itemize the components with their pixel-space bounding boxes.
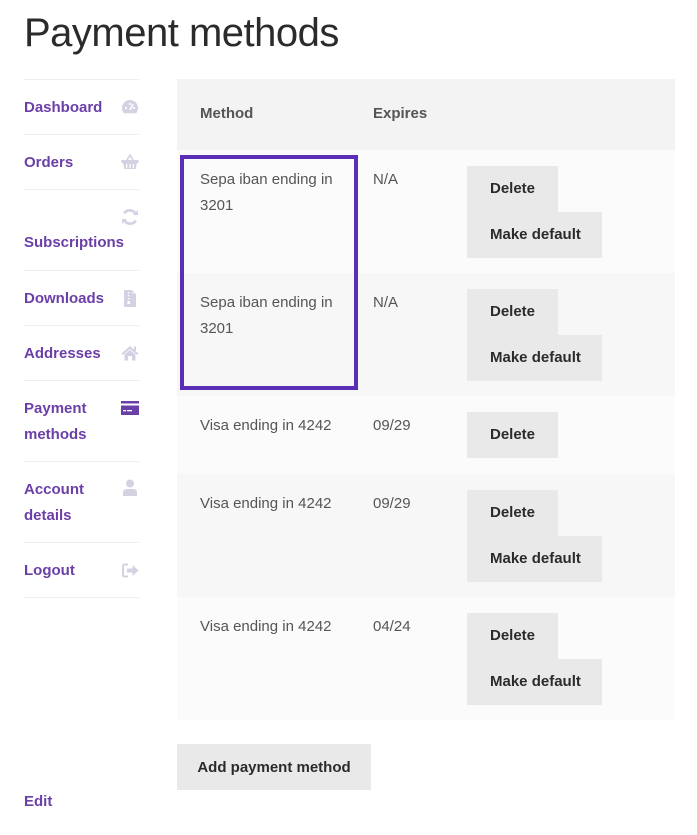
make-default-button[interactable]: Make default — [467, 212, 602, 258]
nav-item-downloads[interactable]: Downloads — [24, 271, 139, 326]
nav-item-account-details[interactable]: Account details — [24, 462, 139, 543]
delete-button[interactable]: Delete — [467, 613, 558, 659]
method-cell: Visa ending in 4242 — [200, 618, 332, 635]
table-row: Visa ending in 4242 04/24 Delete Make de… — [177, 597, 675, 720]
home-icon — [121, 344, 139, 362]
expires-cell: 09/29 — [373, 417, 411, 434]
column-header-method: Method — [200, 105, 254, 122]
method-cell: Visa ending in 4242 — [200, 417, 332, 434]
method-cell: Sepa iban ending in 3201 — [200, 171, 333, 214]
nav-label: Orders — [24, 154, 74, 171]
edit-link[interactable]: Edit — [24, 791, 52, 813]
expires-cell: 04/24 — [373, 618, 411, 635]
table-header: Method Expires — [177, 79, 675, 150]
expires-cell: N/A — [373, 294, 399, 311]
dashboard-gauge-icon — [121, 98, 139, 116]
method-cell: Visa ending in 4242 — [200, 495, 332, 512]
sign-out-icon — [121, 561, 139, 579]
delete-button[interactable]: Delete — [467, 412, 558, 458]
file-archive-icon — [121, 289, 139, 307]
nav-item-payment-methods[interactable]: Payment methods — [24, 381, 139, 462]
delete-button[interactable]: Delete — [467, 289, 558, 335]
account-navigation: Dashboard Orders Subscriptions Downloads… — [24, 79, 139, 598]
expires-cell: N/A — [373, 171, 399, 188]
make-default-button[interactable]: Make default — [467, 536, 602, 582]
refresh-icon — [121, 208, 139, 226]
nav-item-subscriptions[interactable]: Subscriptions — [24, 190, 139, 271]
make-default-button[interactable]: Make default — [467, 335, 602, 381]
nav-label: Payment methods — [24, 400, 87, 443]
credit-card-icon — [121, 399, 139, 417]
nav-item-logout[interactable]: Logout — [24, 543, 139, 598]
delete-button[interactable]: Delete — [467, 166, 558, 212]
table-row: Visa ending in 4242 09/29 Delete — [177, 396, 675, 474]
payment-methods-table: Method Expires Sepa iban ending in 3201 … — [177, 79, 675, 720]
nav-label: Account details — [24, 481, 84, 524]
table-row: Sepa iban ending in 3201 N/A Delete Make… — [177, 150, 675, 273]
nav-item-dashboard[interactable]: Dashboard — [24, 80, 139, 135]
expires-cell: 09/29 — [373, 495, 411, 512]
column-header-expires: Expires — [373, 105, 428, 122]
table-row: Sepa iban ending in 3201 N/A Delete Make… — [177, 273, 675, 396]
user-icon — [121, 479, 139, 497]
table-row: Visa ending in 4242 09/29 Delete Make de… — [177, 474, 675, 597]
add-payment-method-button[interactable]: Add payment method — [177, 744, 371, 790]
nav-label: Downloads — [24, 290, 105, 307]
page-title: Payment methods — [24, 11, 339, 55]
nav-label: Addresses — [24, 345, 101, 362]
method-cell: Sepa iban ending in 3201 — [200, 294, 333, 337]
delete-button[interactable]: Delete — [467, 490, 558, 536]
nav-item-addresses[interactable]: Addresses — [24, 326, 139, 381]
nav-label: Dashboard — [24, 99, 103, 116]
nav-label: Subscriptions — [24, 234, 125, 251]
nav-item-orders[interactable]: Orders — [24, 135, 139, 190]
make-default-button[interactable]: Make default — [467, 659, 602, 705]
basket-icon — [121, 153, 139, 171]
nav-label: Logout — [24, 562, 75, 579]
